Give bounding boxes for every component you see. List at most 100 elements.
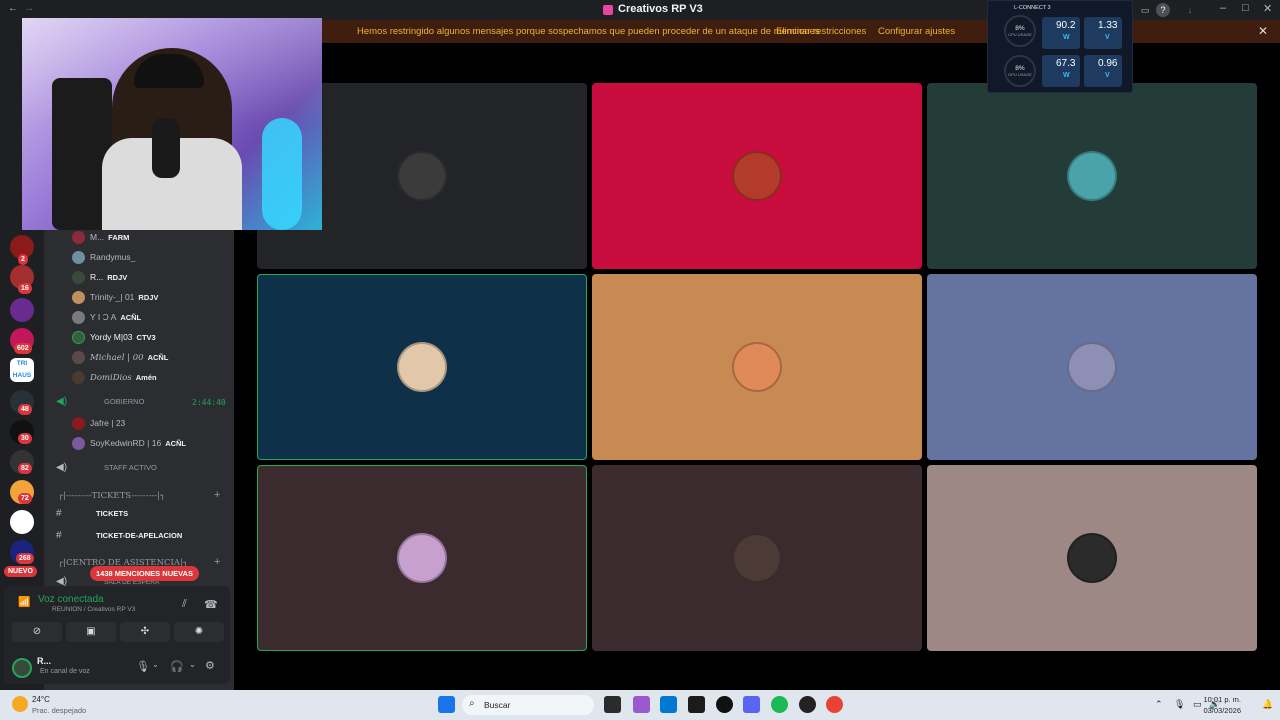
windows-start-icon[interactable] — [438, 696, 455, 713]
webcam-guitar — [262, 118, 302, 230]
chrome-icon[interactable] — [826, 696, 843, 713]
camera-off-button[interactable]: ⊘ — [12, 622, 62, 642]
headphones-icon[interactable]: 🎧 — [170, 660, 184, 673]
search-icon: ⌕ — [469, 698, 475, 709]
capcut-icon[interactable] — [688, 696, 705, 713]
video-tile[interactable] — [257, 465, 587, 651]
close-notice-icon[interactable]: ✕ — [1258, 24, 1268, 38]
weather-icon[interactable] — [12, 696, 28, 712]
task-view-icon[interactable] — [604, 696, 621, 713]
spotify-icon[interactable] — [771, 696, 788, 713]
discord-icon[interactable] — [743, 696, 760, 713]
voice-member[interactable]: Jafre | 23 — [72, 417, 125, 430]
server-badge: 2 — [18, 254, 28, 265]
text-channel-tickets[interactable]: # TICKETS — [56, 509, 128, 519]
user-status: En canal de voz — [40, 668, 90, 675]
avatar — [72, 231, 85, 244]
notification-icon[interactable]: 🔔 — [1262, 699, 1273, 710]
chevron-down-icon[interactable]: ⌄ — [189, 660, 196, 669]
video-tile[interactable] — [927, 83, 1257, 269]
clock-date[interactable]: 03/03/2026 — [1199, 706, 1241, 715]
text-channel-apelacion[interactable]: # TICKET-DE-APELACION — [56, 531, 182, 541]
video-tile[interactable] — [592, 465, 922, 651]
server-badge: 268 — [16, 553, 34, 564]
server-icon[interactable] — [10, 298, 34, 322]
microphone-icon[interactable]: 🎙 — [136, 660, 150, 673]
maximize-button[interactable]: □ — [1242, 2, 1249, 14]
video-tile[interactable] — [257, 274, 587, 460]
signal-icon[interactable]: 📶 — [18, 598, 30, 608]
voice-member[interactable]: M... FARM — [72, 231, 129, 244]
server-badge: 82 — [18, 463, 32, 474]
copilot-icon[interactable] — [633, 696, 650, 713]
gear-icon[interactable]: ⚙ — [205, 659, 215, 672]
add-channel-icon[interactable]: + — [214, 556, 220, 568]
cpu-usage-ring: 8% CPU USAGE — [1004, 15, 1036, 47]
voice-channel-name[interactable]: REUNION / Creativos RP V3 — [52, 606, 135, 613]
voice-member[interactable]: Randymus_ — [72, 251, 135, 264]
user-name[interactable]: R... — [37, 656, 51, 666]
activities-button[interactable]: ✣ — [120, 622, 170, 642]
chevron-up-icon[interactable]: ⌃ — [1155, 699, 1163, 710]
inbox-icon[interactable]: ▭ — [1138, 3, 1152, 17]
chevron-down-icon[interactable]: ⌄ — [152, 660, 159, 669]
back-arrow-icon[interactable]: ← — [8, 3, 18, 14]
add-channel-icon[interactable]: + — [214, 489, 220, 501]
noise-suppression-icon[interactable]: ⫽ — [182, 598, 187, 611]
user-avatar[interactable] — [12, 658, 32, 678]
new-mentions-badge[interactable]: 1438 MENCIONES NUEVAS — [90, 566, 199, 581]
notice-bar: Hemos restringido algunos mensajes porqu… — [322, 20, 1280, 43]
app-icon[interactable] — [799, 696, 816, 713]
voice-channel-gobierno[interactable]: ◀) GOBIERNO — [56, 397, 144, 407]
weather-condition[interactable]: Prac. despejado — [32, 706, 86, 715]
voice-member[interactable]: Michael | 00 ACÑL — [72, 351, 168, 364]
voice-member[interactable]: DomiDios Amén — [72, 371, 157, 384]
server-icon-trihaus[interactable]: TRI HAUS — [10, 358, 34, 382]
category-tickets[interactable]: ┌|---------TICKETS---------|┐ — [58, 491, 165, 501]
voice-member[interactable]: Trinity-_| 01 RDJV — [72, 291, 158, 304]
store-icon[interactable] — [660, 696, 677, 713]
avatar — [732, 533, 782, 583]
new-badge[interactable]: NUEVO — [4, 566, 37, 577]
video-tile[interactable] — [592, 83, 922, 269]
voice-status[interactable]: Voz conectada — [38, 594, 104, 605]
configure-settings-link[interactable]: Configurar ajustes — [878, 26, 955, 37]
microphone-tray-icon[interactable]: 🎙 — [1174, 699, 1185, 710]
voice-channel-staff[interactable]: ◀) STAFF ACTIVO — [56, 463, 157, 473]
gpu-power-cell: 67.3 W — [1042, 55, 1080, 87]
voice-member[interactable]: Yordy M|03 CTV3 — [72, 331, 156, 344]
minimize-button[interactable]: – — [1220, 2, 1226, 14]
webcam-overlay — [22, 18, 322, 230]
gpu-voltage-cell: 0.96 V — [1084, 55, 1122, 87]
avatar — [72, 351, 85, 364]
hash-icon: # — [56, 508, 62, 519]
server-badge: 30 — [18, 433, 32, 444]
help-icon[interactable]: ? — [1156, 3, 1170, 17]
soundboard-button[interactable]: ✺ — [174, 622, 224, 642]
remove-restrictions-link[interactable]: Eliminar restricciones — [776, 26, 866, 37]
avatar — [397, 342, 447, 392]
server-icon[interactable] — [10, 510, 34, 534]
windows-taskbar: 24°C Prac. despejado ⌕ Buscar ⌃ 🎙 ▭ 🔊 10… — [0, 690, 1280, 720]
voice-member[interactable]: Y I Ɔ A ACÑL — [72, 311, 141, 324]
avatar — [72, 271, 85, 284]
forward-arrow-icon[interactable]: → — [24, 3, 34, 14]
voice-member[interactable]: SoyKedwinRD | 16 ACÑL — [72, 437, 186, 450]
avatar — [1067, 533, 1117, 583]
obs-icon[interactable] — [716, 696, 733, 713]
video-tile[interactable] — [592, 274, 922, 460]
monitor-title: L-CONNECT 3 — [1014, 5, 1051, 11]
disconnect-icon[interactable]: ☎ — [204, 598, 218, 611]
download-icon[interactable]: ↓ — [1183, 3, 1197, 17]
avatar — [72, 371, 85, 384]
close-window-button[interactable]: ✕ — [1263, 2, 1272, 15]
voice-member[interactable]: R... RDJV — [72, 271, 127, 284]
avatar — [1067, 151, 1117, 201]
weather-temperature[interactable]: 24°C — [32, 695, 50, 704]
avatar — [72, 291, 85, 304]
video-tile[interactable] — [927, 274, 1257, 460]
clock-time[interactable]: 10:01 p. m. — [1199, 695, 1241, 704]
screen-share-button[interactable]: ▣ — [66, 622, 116, 642]
video-tile[interactable] — [927, 465, 1257, 651]
search-box[interactable]: ⌕ Buscar — [462, 695, 594, 715]
